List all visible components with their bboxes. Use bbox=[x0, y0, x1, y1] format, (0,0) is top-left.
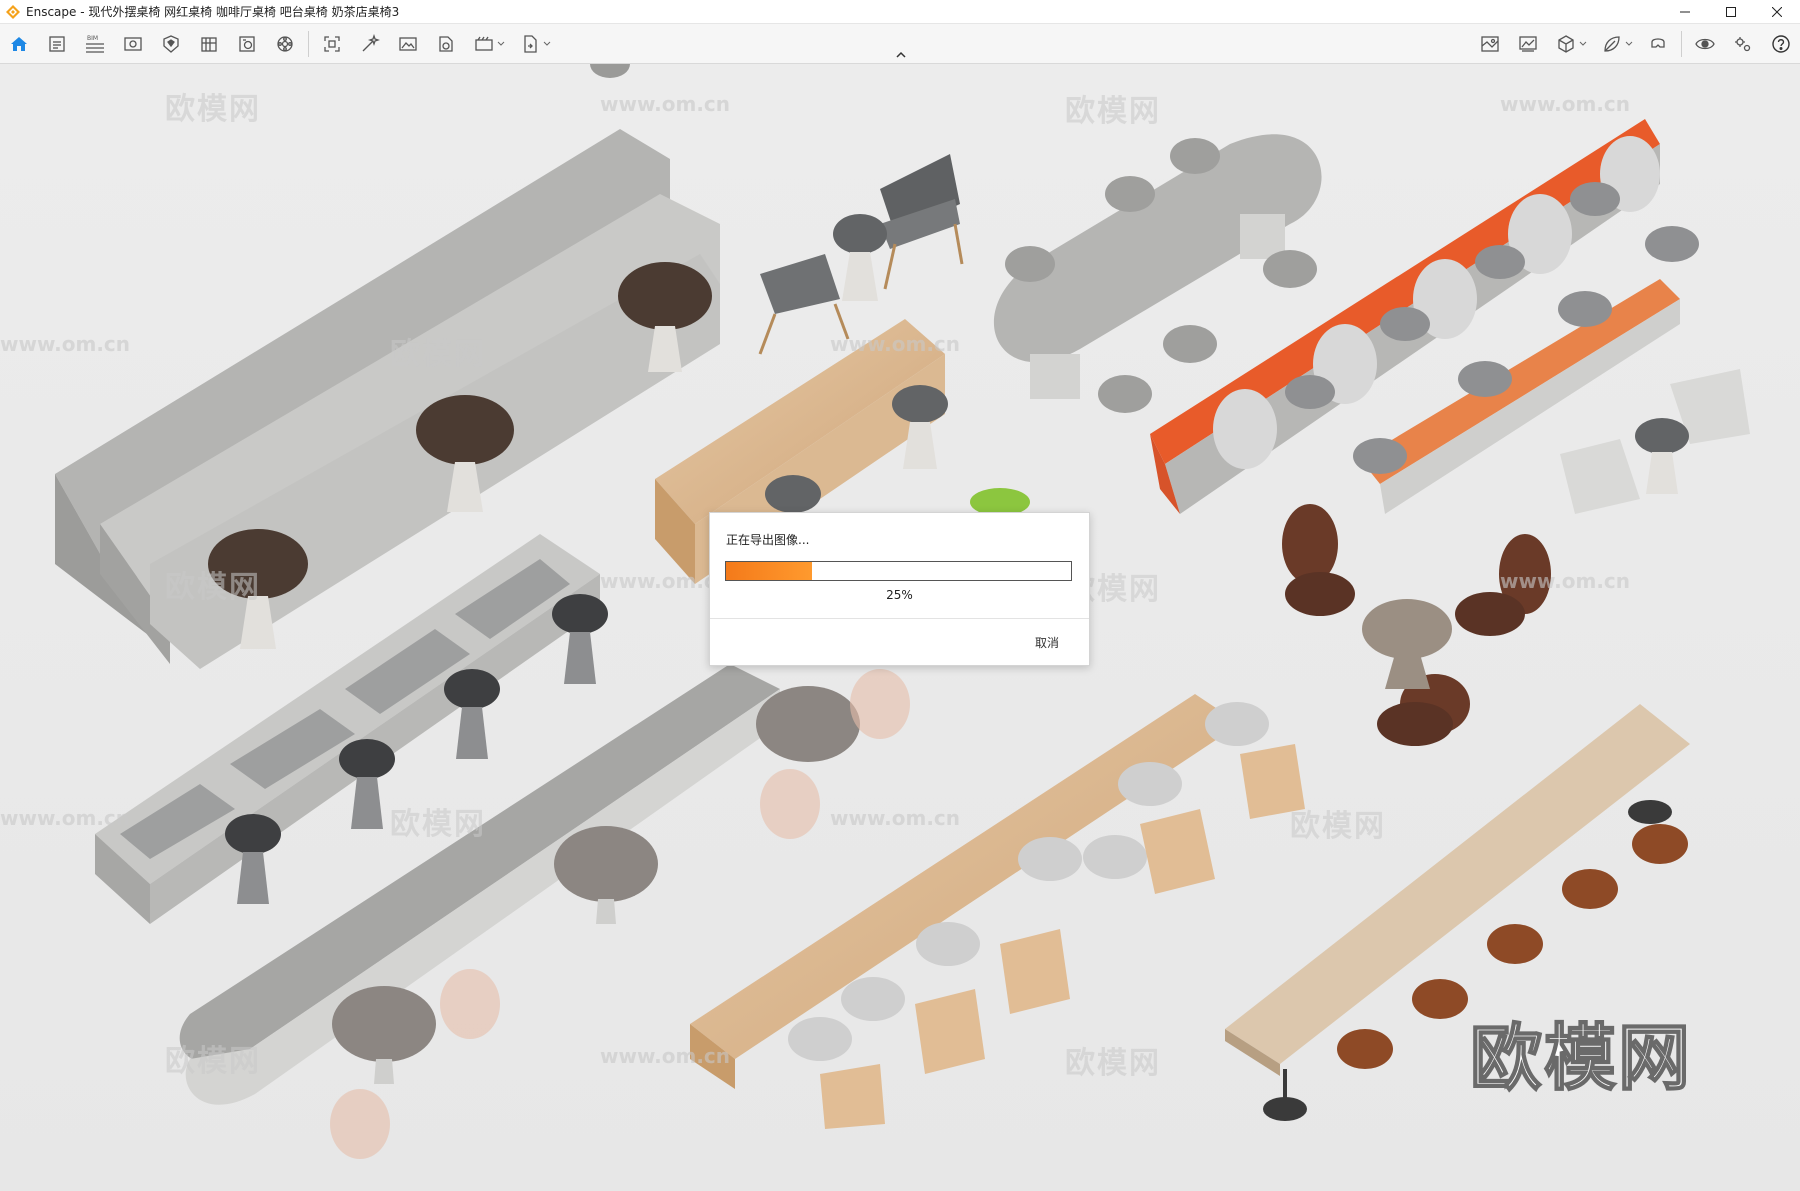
eye-settings-icon bbox=[1695, 38, 1715, 50]
info-panel-button[interactable] bbox=[228, 24, 266, 64]
home-button[interactable] bbox=[0, 24, 38, 64]
progress-bar bbox=[725, 561, 1072, 581]
window-controls bbox=[1662, 0, 1800, 24]
batch-render-icon bbox=[475, 36, 493, 51]
watermark-url: www.om.cn bbox=[1500, 569, 1631, 593]
toolbar-left-group: BIM bbox=[0, 24, 557, 64]
cube-dropdown[interactable] bbox=[1577, 24, 1589, 64]
help-button[interactable] bbox=[1762, 24, 1800, 64]
watermark-url: www.om.cn bbox=[1500, 92, 1631, 116]
watermark-url: www.om.cn bbox=[0, 332, 131, 356]
cube-icon bbox=[1558, 35, 1574, 53]
enscape-logo-icon bbox=[6, 4, 20, 19]
toolbar-separator bbox=[1681, 31, 1682, 57]
map-icon bbox=[1481, 36, 1499, 52]
map-button[interactable] bbox=[1471, 24, 1509, 64]
toolbar-separator bbox=[308, 31, 309, 57]
dialog-divider bbox=[710, 618, 1089, 619]
minimize-icon bbox=[1680, 11, 1690, 13]
watermark-logo: 欧模网 bbox=[1065, 1046, 1161, 1081]
watermark-logo: 欧模网 bbox=[165, 92, 261, 127]
close-icon bbox=[1772, 7, 1782, 17]
project-info-button[interactable] bbox=[38, 24, 76, 64]
info-panel-icon bbox=[239, 36, 255, 52]
svg-text:BIM: BIM bbox=[87, 35, 98, 42]
settings-wheel-button[interactable] bbox=[266, 24, 304, 64]
general-settings-button[interactable] bbox=[1724, 24, 1762, 64]
screenshot-button[interactable] bbox=[313, 24, 351, 64]
magic-wand-button[interactable] bbox=[351, 24, 389, 64]
home-icon bbox=[11, 37, 27, 51]
watermark-logo: 欧模网 bbox=[165, 1044, 261, 1079]
watermark-logo: 欧模网 bbox=[390, 337, 486, 372]
export-dropdown[interactable] bbox=[541, 24, 553, 64]
toolbar-right-group bbox=[1471, 24, 1800, 64]
visual-settings-button[interactable] bbox=[1686, 24, 1724, 64]
asset-library-button[interactable] bbox=[152, 24, 190, 64]
asset-library-icon bbox=[163, 35, 179, 53]
watermark-url: www.om.cn bbox=[0, 806, 131, 830]
view-icon bbox=[124, 37, 142, 51]
gear-icon bbox=[1735, 37, 1751, 52]
watermark-logo: 欧模网 bbox=[390, 807, 486, 842]
watermark-url: www.om.cn bbox=[830, 806, 961, 830]
title-bar: Enscape - 现代外摆桌椅 网红桌椅 咖啡厅桌椅 吧台桌椅 奶茶店桌椅3 bbox=[0, 0, 1800, 24]
export-progress-dialog: 正在导出图像... 25% 取消 bbox=[709, 512, 1090, 666]
material-editor-button[interactable] bbox=[190, 24, 228, 64]
gallery-icon bbox=[1519, 36, 1537, 52]
batch-render-dropdown[interactable] bbox=[495, 24, 507, 64]
cancel-button[interactable]: 取消 bbox=[1035, 634, 1059, 651]
settings-wheel-icon bbox=[277, 36, 293, 52]
watermark-url: www.om.cn bbox=[830, 332, 961, 356]
project-info-icon bbox=[49, 36, 65, 52]
collapse-toolbar-icon[interactable] bbox=[894, 50, 908, 60]
brand-watermark: 欧模网 bbox=[1469, 1015, 1693, 1101]
screenshot-icon bbox=[324, 36, 340, 52]
help-icon bbox=[1772, 35, 1790, 53]
leaf-icon bbox=[1604, 36, 1620, 52]
chevron-down-icon bbox=[543, 41, 551, 46]
bim-icon: BIM bbox=[86, 35, 104, 53]
image-icon bbox=[399, 37, 417, 51]
watermark-url: www.om.cn bbox=[600, 92, 731, 116]
chevron-down-icon bbox=[1579, 41, 1587, 46]
progress-fill bbox=[726, 562, 813, 580]
watermark-logo: 欧模网 bbox=[1290, 809, 1386, 844]
material-icon bbox=[201, 37, 217, 52]
chevron-down-icon bbox=[497, 41, 505, 46]
vr-button[interactable] bbox=[1639, 24, 1677, 64]
dialog-title: 正在导出图像... bbox=[726, 533, 810, 547]
magic-wand-icon bbox=[362, 34, 380, 52]
vegetation-dropdown[interactable] bbox=[1623, 24, 1635, 64]
progress-percentage: 25% bbox=[886, 588, 913, 602]
vr-headset-icon bbox=[1651, 38, 1665, 48]
watermark-logo: 欧模网 bbox=[165, 570, 261, 605]
light-view-icon bbox=[439, 36, 453, 52]
maximize-button[interactable] bbox=[1708, 0, 1754, 24]
gallery-button[interactable] bbox=[1509, 24, 1547, 64]
watermark-logo: 欧模网 bbox=[1065, 94, 1161, 129]
window-title: Enscape - 现代外摆桌椅 网红桌椅 咖啡厅桌椅 吧台桌椅 奶茶店桌椅3 bbox=[26, 5, 400, 19]
minimize-button[interactable] bbox=[1662, 0, 1708, 24]
chevron-down-icon bbox=[1625, 41, 1633, 46]
bim-button[interactable]: BIM bbox=[76, 24, 114, 64]
light-view-button[interactable] bbox=[427, 24, 465, 64]
close-button[interactable] bbox=[1754, 0, 1800, 24]
export-icon bbox=[524, 35, 537, 53]
render-image-button[interactable] bbox=[389, 24, 427, 64]
watermark-url: www.om.cn bbox=[600, 1044, 731, 1068]
views-button[interactable] bbox=[114, 24, 152, 64]
maximize-icon bbox=[1726, 7, 1736, 17]
